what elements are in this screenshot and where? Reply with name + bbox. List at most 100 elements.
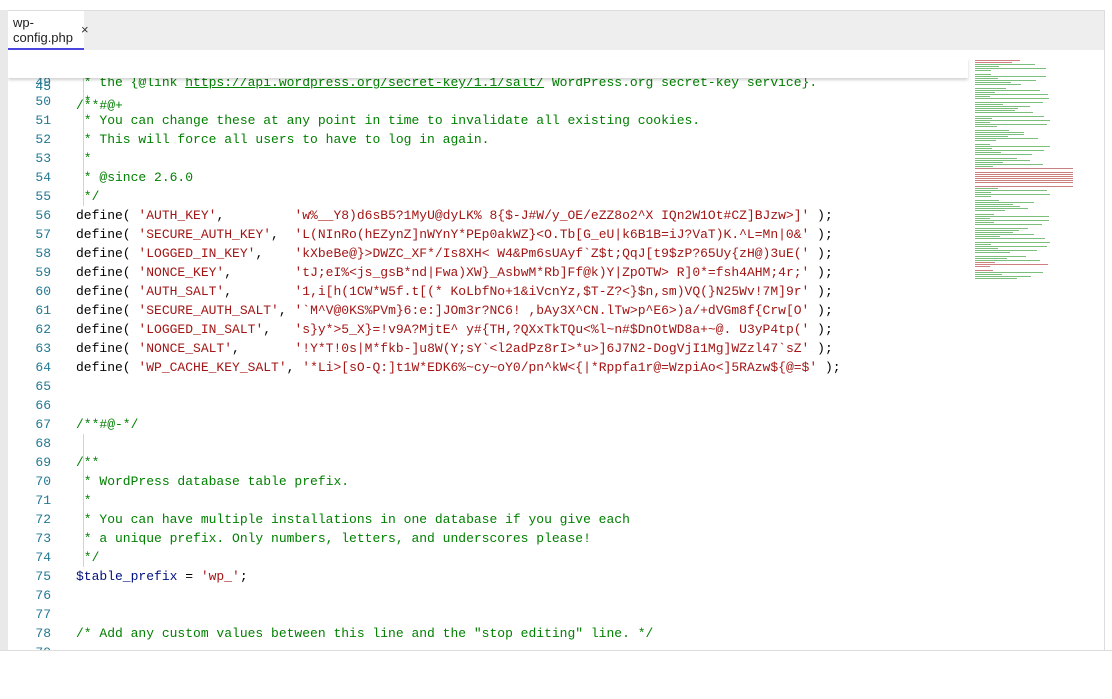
code-token: '1,i[h(1CW*W5f.t[(* KoLbfNo+1&iVcnYz,$T-… — [294, 284, 810, 299]
line-text: $table_prefix = 'wp_'; — [76, 567, 248, 586]
code-line: 70 * WordPress database table prefix. — [8, 472, 968, 491]
code-token: = — [177, 569, 201, 584]
minimap-line — [975, 232, 1014, 233]
minimap-line — [975, 234, 1035, 235]
minimap-line — [975, 102, 1043, 103]
tab-wp-config[interactable]: wp-config.php × — [8, 11, 89, 50]
code-token: */ — [76, 550, 100, 565]
code-token: /**#@-*/ — [76, 417, 139, 432]
code-token: '!Y*T!0s|M*fkb-]u8W(Y;sY`<l2adPz8rI>*u>]… — [294, 341, 810, 356]
code-token: ); — [809, 341, 833, 356]
minimap-line — [975, 242, 1050, 243]
line-text: * This will force all users to have to l… — [76, 130, 490, 149]
line-text: * You can have multiple installations in… — [76, 510, 630, 529]
minimap-line — [975, 118, 992, 119]
minimap-line — [975, 130, 1009, 131]
minimap-line — [975, 64, 1035, 65]
code-line: 65 — [8, 377, 968, 396]
code-token: * a unique prefix. Only numbers, letters… — [76, 531, 591, 546]
code-line: 77 — [8, 605, 968, 624]
code-token: , — [224, 265, 295, 280]
code-token: define( — [76, 265, 139, 280]
code-token: define( — [76, 360, 139, 375]
minimap-line — [975, 148, 993, 149]
code-token: 'NONCE_SALT' — [138, 341, 233, 356]
line-text: define( 'AUTH_SALT', '1,i[h(1CW*W5f.t[(*… — [76, 282, 833, 301]
line-text: define( 'NONCE_SALT', '!Y*T!0s|M*fkb-]u8… — [76, 339, 833, 358]
minimap-line — [975, 60, 1020, 61]
code-line: 64 define( 'WP_CACHE_KEY_SALT', '*Li>[sO-… — [8, 358, 968, 377]
minimap-line — [975, 98, 1050, 99]
code-line: 55 */ — [8, 187, 968, 206]
minimap-line — [975, 140, 997, 141]
minimap-line — [975, 224, 1042, 225]
sticky-scroll-header[interactable]: 45 /**#@+ — [8, 58, 968, 113]
code-line: 60 define( 'AUTH_SALT', '1,i[h(1CW*W5f.t[… — [8, 282, 968, 301]
line-text: * WordPress database table prefix. — [76, 472, 349, 491]
code-editor[interactable]: 49 * the {@link https://api.wordpress.or… — [8, 50, 1093, 650]
minimap-line — [975, 260, 1040, 261]
minimap-line — [975, 112, 1033, 113]
minimap-line — [975, 274, 1003, 275]
minimap-line — [975, 132, 1024, 133]
code-token: 'LOGGED_IN_KEY' — [138, 246, 256, 261]
line-text: define( 'SECURE_AUTH_KEY', 'L(NInRo(hEZy… — [76, 225, 833, 244]
minimap-line — [975, 90, 1041, 91]
code-token: define( — [76, 322, 139, 337]
minimap-line — [975, 194, 1050, 195]
code-token: 'kXbeBe@}>DWZC_XF*/Is8XH< W4&Pm6sUAyf`Z$… — [294, 246, 810, 261]
line-number: 78 — [35, 626, 51, 641]
line-text: * @since 2.6.0 — [76, 168, 193, 187]
line-text: * a unique prefix. Only numbers, letters… — [76, 529, 591, 548]
minimap-line — [975, 144, 991, 145]
line-text: define( 'WP_CACHE_KEY_SALT', '*Li>[sO-Q:… — [76, 358, 841, 377]
minimap-line — [975, 204, 1013, 205]
code-line: 71 * — [8, 491, 968, 510]
line-text: */ — [76, 548, 100, 567]
code-token: 'AUTH_SALT' — [138, 284, 225, 299]
line-number: 73 — [35, 531, 51, 546]
code-token: '*Li>[sO-Q:]t1W*EDK6%~cy~oY0/pn^kW<{|*Rp… — [302, 360, 818, 375]
minimap-line — [975, 108, 1018, 109]
minimap-line — [975, 250, 1037, 251]
code-token: 'AUTH_KEY' — [138, 208, 217, 223]
code-token: 'LOGGED_IN_SALT' — [138, 322, 264, 337]
code-token: '`M^V@0KS%PVm}6:e:]JOm3r?NC6! ,bAy3X^CN.… — [294, 303, 810, 318]
code-token: 's}y*>5_X}=!v9A?MjtE^ y#{TH,?QXxTkTQu<%l… — [294, 322, 810, 337]
minimap-line — [975, 66, 999, 67]
minimap-line — [975, 270, 993, 271]
code-token: 'w%__Y8)d6sB5?1MyU@dyLK% 8{$-J#W/y_OE/eZ… — [294, 208, 810, 223]
code-line: 68 — [8, 434, 968, 453]
minimap-line — [975, 256, 1026, 257]
line-number: 68 — [35, 436, 51, 451]
minimap-line — [975, 228, 1029, 229]
minimap-line — [975, 88, 1007, 89]
minimap-line — [975, 78, 999, 79]
minimap[interactable] — [975, 60, 1093, 300]
code-token: 'L(NInRo(hEZynZ]nWYnY*PEp0akWZ}<O.Tb[G_e… — [294, 227, 810, 242]
minimap-line — [975, 110, 1015, 111]
minimap-line — [975, 74, 991, 75]
line-number: 55 — [35, 189, 51, 204]
minimap-line — [975, 190, 1047, 191]
line-number: 75 — [35, 569, 51, 584]
close-icon[interactable]: × — [81, 22, 89, 37]
minimap-line — [975, 168, 1073, 169]
line-number: 53 — [35, 151, 51, 166]
minimap-line — [975, 162, 1003, 163]
minimap-line — [975, 80, 1036, 81]
indent-guide — [83, 434, 84, 567]
code-token: 'wp_' — [200, 569, 240, 584]
code-line: 73 * a unique prefix. Only numbers, lett… — [8, 529, 968, 548]
line-number: 45 — [35, 79, 51, 94]
minimap-line — [975, 138, 1039, 139]
code-token: * This will force all users to have to l… — [76, 132, 490, 147]
code-token: , — [271, 227, 295, 242]
minimap-line — [975, 76, 1047, 77]
minimap-line — [975, 230, 1020, 231]
minimap-line — [975, 82, 1012, 83]
code-token: ); — [809, 303, 833, 318]
minimap-line — [975, 246, 1047, 247]
code-token: ); — [809, 284, 833, 299]
minimap-line — [975, 176, 1073, 177]
